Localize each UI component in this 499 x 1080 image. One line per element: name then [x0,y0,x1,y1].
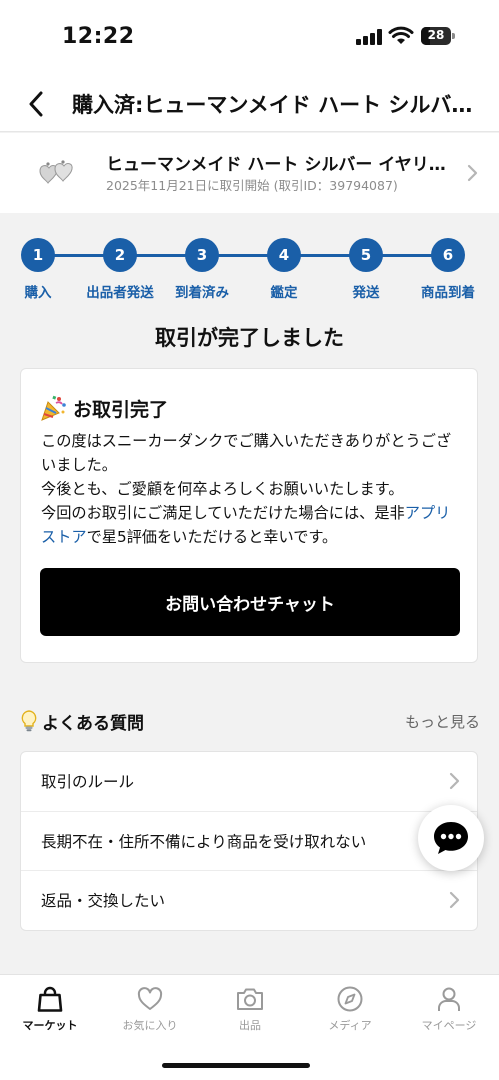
camera-icon [237,988,263,1010]
page-title: 購入済:ヒューマンメイド ハート シルバー イヤリング [72,93,482,117]
tab-label: メディア [328,1019,372,1032]
transaction-progress-stepper: 1 購入 2 出品者発送 3 到着済み 4 鑑定 5 発送 6 商品到着 [0,230,499,302]
status-time: 12:22 [62,24,135,49]
bag-icon [37,986,63,1012]
tab-sell[interactable]: 出品 [200,985,300,1033]
floating-chat-button[interactable] [418,805,484,871]
heart-icon [137,987,163,1010]
product-thumbnail [39,160,73,184]
faq-item-label: 返品・交換したい [41,892,166,910]
faq-item-label: 取引のルール [41,773,135,791]
app-screen: 12:22 28 購入済:ヒューマンメイド ハート シルバー イヤリング [0,0,499,1080]
step-number: 3 [185,238,219,272]
compass-icon [337,986,363,1012]
thank-you-text: この度はスニーカーダンクでご購入いただきありがとうございました。 [41,432,452,474]
review-request-text: 今回のお取引にご満足していただけた場合には、是非アプリストアで星5評価をいただけ… [41,501,465,549]
card-title-row: お取引完了 [39,393,168,423]
step-number: 2 [103,238,137,272]
step-seller-shipped: 2 出品者発送 [75,230,165,301]
tab-mypage[interactable]: マイページ [399,985,499,1033]
card-title: お取引完了 [73,398,169,421]
chat-bubble-icon [434,822,468,854]
transaction-info: 2025年11月21日に取引開始 (取引ID：39794087) [106,178,398,193]
step-label: 鑑定 [270,285,298,301]
battery-icon: 28 [421,27,455,45]
step-shipping: 5 発送 [321,230,411,301]
step-number: 4 [267,238,301,272]
step-number: 6 [431,238,465,272]
status-bar: 12:22 28 [0,0,499,76]
faq-item-return-exchange[interactable]: 返品・交換したい [21,871,477,930]
faq-item-cannot-receive[interactable]: 長期不在・住所不備により商品を受け取れない [21,812,477,871]
party-popper-icon [41,395,66,421]
regards-text: 今後とも、ご愛顧を何卒よろしくお願いいたします。 [41,480,404,498]
tab-label: 出品 [239,1019,261,1032]
lightbulb-icon [21,710,37,732]
product-summary-row[interactable]: ヒューマンメイド ハート シルバー イヤリング 2025年11月21日に取引開始… [0,133,499,213]
step-label: 購入 [24,285,52,301]
chevron-right-icon [449,772,460,790]
inquiry-chat-button[interactable]: お問い合わせチャット [40,568,460,636]
chevron-left-icon [29,91,43,117]
faq-item-trade-rules[interactable]: 取引のルール [21,752,477,812]
tab-favorites[interactable]: お気に入り [100,985,200,1033]
faq-item-label: 長期不在・住所不備により商品を受け取れない [41,832,367,851]
faq-title: よくある質問 [42,714,144,734]
back-button[interactable] [18,88,54,120]
card-message: この度はスニーカーダンクでご購入いただきありがとうございました。 今後とも、ご愛… [41,429,465,549]
tab-label: マーケット [22,1019,78,1032]
home-indicator [162,1063,310,1068]
step-label: 発送 [352,285,380,301]
step-authentication: 4 鑑定 [239,230,329,301]
step-number: 5 [349,238,383,272]
step-purchase: 1 購入 [0,230,83,301]
person-icon [438,987,460,1011]
step-label: 出品者発送 [86,285,154,301]
step-label: 到着済み [175,285,229,301]
faq-header: よくある質問 もっと見る [20,708,480,734]
tab-label: お気に入り [122,1019,178,1032]
faq-see-more-link[interactable]: もっと見る [405,711,480,732]
product-name: ヒューマンメイド ハート シルバー イヤリング [106,155,446,175]
step-delivered: 6 商品到着 [403,230,493,301]
tab-label: マイページ [421,1019,477,1032]
completion-card: お取引完了 この度はスニーカーダンクでご購入いただきありがとうございました。 今… [20,368,478,663]
cellular-signal-icon [356,29,382,45]
tab-media[interactable]: メディア [300,985,400,1033]
wifi-icon [388,26,414,44]
step-label: 商品到着 [421,285,475,301]
tab-market[interactable]: マーケット [0,985,100,1033]
completion-heading: 取引が完了しました [155,326,344,350]
navigation-header: 購入済:ヒューマンメイド ハート シルバー イヤリング [0,76,499,132]
battery-level: 28 [427,28,445,42]
step-arrived: 3 到着済み [157,230,247,301]
step-number: 1 [21,238,55,272]
chevron-right-icon [467,164,478,182]
review-request-suffix: で星5評価をいただけると幸いです。 [86,528,338,546]
review-request-prefix: 今回のお取引にご満足していただけた場合には、是非 [41,504,405,522]
chevron-right-icon [449,891,460,909]
faq-list: 取引のルール 長期不在・住所不備により商品を受け取れない 返品・交換したい [20,751,478,931]
